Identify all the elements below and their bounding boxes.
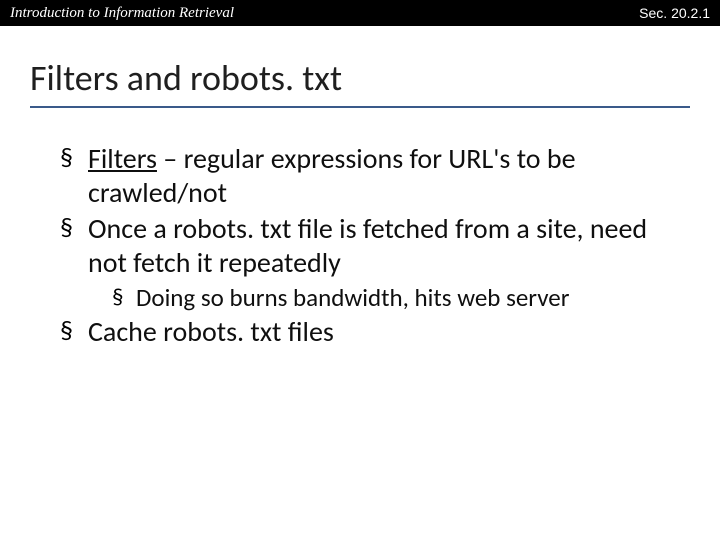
course-title: Introduction to Information Retrieval <box>10 5 234 22</box>
bullet-text: – regular expressions for URL's to be cr… <box>88 141 576 210</box>
slide-header: Introduction to Information Retrieval Se… <box>0 0 720 26</box>
list-item: Doing so burns bandwidth, hits web serve… <box>112 283 690 314</box>
bullet-text: Once a robots. txt file is fetched from … <box>88 211 647 280</box>
bullet-list: Filters – regular expressions for URL's … <box>60 142 690 349</box>
bullet-text-underlined: Filters <box>88 141 157 176</box>
bullet-text: Cache robots. txt files <box>88 314 334 349</box>
sub-bullet-list: Doing so burns bandwidth, hits web serve… <box>112 283 690 314</box>
slide-content: Filters – regular expressions for URL's … <box>0 142 720 349</box>
section-number: Sec. 20.2.1 <box>639 5 710 21</box>
bullet-text: Doing so burns bandwidth, hits web serve… <box>136 282 569 313</box>
title-container: Filters and robots. txt <box>0 26 720 108</box>
list-item: Cache robots. txt files <box>60 315 690 349</box>
list-item: Once a robots. txt file is fetched from … <box>60 212 690 313</box>
slide-title: Filters and robots. txt <box>30 56 690 108</box>
list-item: Filters – regular expressions for URL's … <box>60 142 690 210</box>
